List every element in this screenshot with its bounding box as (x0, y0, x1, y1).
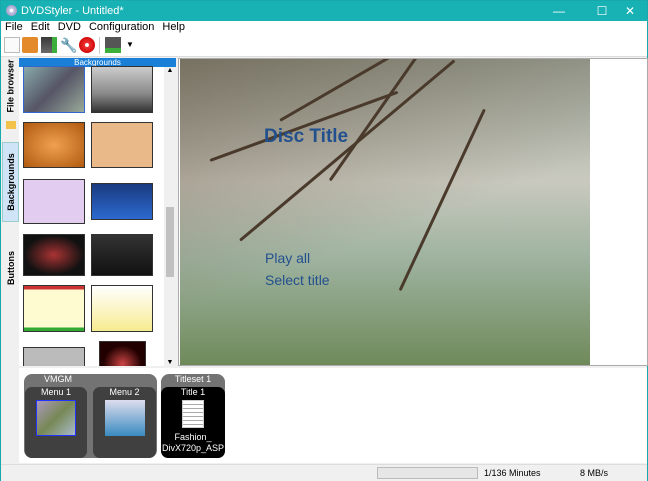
minimize-button[interactable]: — (542, 1, 576, 21)
vmgm-label: VMGM (44, 374, 72, 384)
menu-dvd[interactable]: DVD (54, 21, 85, 34)
status-bar: 1/136 Minutes 8 MB/s (1, 464, 647, 481)
background-thumb[interactable] (91, 234, 153, 276)
disc-title-text[interactable]: Disc Title (264, 126, 348, 148)
toolbar: 🔧 ▼ (1, 34, 647, 57)
tab-file-browser[interactable]: File browser (2, 58, 19, 114)
vmgm-group: VMGM Menu 1 Menu 2 (24, 374, 157, 458)
titleset-manager: VMGM Menu 1 Menu 2 Titleset 1 Title 1 Fa… (19, 368, 647, 463)
menu-file[interactable]: File (1, 21, 27, 34)
duration-status: 1/136 Minutes (484, 468, 541, 478)
title-bar: DVDStyler - Untitled* — ☐ ✕ (1, 1, 647, 21)
window-title: DVDStyler - Untitled* (21, 5, 124, 17)
menu-2-label: Menu 2 (109, 387, 140, 397)
bitrate-status: 8 MB/s (580, 468, 609, 478)
menu-editor: Disc Title Play all Select title (178, 58, 648, 366)
new-icon[interactable] (4, 37, 20, 53)
menu-1-item[interactable]: Menu 1 (25, 387, 87, 458)
progress-bar (377, 467, 478, 479)
tab-backgrounds[interactable]: Backgrounds (2, 142, 19, 222)
menu-canvas[interactable]: Disc Title Play all Select title (180, 59, 590, 365)
menu-2-item[interactable]: Menu 2 (93, 387, 156, 458)
titleset-label: Titleset 1 (174, 374, 212, 384)
background-thumb[interactable] (23, 285, 85, 332)
video-file-name: Fashion_ DivX720p_ASP (161, 432, 225, 453)
scrollbar-thumb[interactable] (166, 207, 174, 277)
dvd-app-icon (6, 5, 17, 16)
burn-icon[interactable] (79, 37, 95, 53)
background-thumb[interactable] (99, 341, 146, 366)
menu-edit[interactable]: Edit (27, 21, 54, 34)
side-tabs: File browser Backgrounds Buttons (2, 58, 19, 366)
add-file-icon[interactable] (105, 37, 121, 53)
backgrounds-panel: Backgrounds (19, 58, 176, 366)
background-thumb[interactable] (23, 347, 85, 366)
menu-2-thumbnail (104, 400, 145, 436)
select-title-button[interactable]: Select title (265, 272, 330, 288)
video-file-icon (182, 400, 204, 428)
menu-configuration[interactable]: Configuration (85, 21, 158, 34)
app-window: DVDStyler - Untitled* — ☐ ✕ File Edit DV… (0, 0, 648, 481)
save-icon[interactable] (41, 37, 57, 53)
titleset-group: Titleset 1 Title 1 Fashion_ DivX720p_ASP (161, 374, 225, 458)
background-thumb[interactable] (23, 122, 85, 168)
dropdown-arrow-icon[interactable]: ▼ (126, 40, 134, 49)
menu-1-thumbnail (36, 400, 76, 436)
menu-bar: File Edit DVD Configuration Help (1, 21, 647, 34)
tab-buttons[interactable]: Buttons (2, 238, 19, 298)
title-1-label: Title 1 (180, 387, 206, 397)
background-thumb[interactable] (23, 179, 85, 224)
background-thumb[interactable] (91, 183, 153, 220)
menu-help[interactable]: Help (158, 21, 189, 34)
close-button[interactable]: ✕ (613, 1, 647, 21)
background-thumb[interactable] (91, 122, 153, 168)
background-thumb[interactable] (91, 66, 153, 113)
play-all-button[interactable]: Play all (265, 250, 310, 266)
open-icon[interactable] (22, 37, 38, 53)
folder-icon[interactable] (6, 121, 16, 129)
menu-1-label: Menu 1 (40, 387, 72, 397)
background-thumb[interactable] (23, 66, 85, 113)
scroll-up-icon[interactable]: ▲ (164, 67, 176, 74)
settings-icon[interactable]: 🔧 (60, 37, 77, 53)
background-thumb[interactable] (91, 285, 153, 332)
background-thumb[interactable] (23, 234, 85, 276)
scroll-down-icon[interactable]: ▼ (164, 359, 176, 366)
title-1-item[interactable]: Title 1 Fashion_ DivX720p_ASP (161, 387, 225, 458)
backgrounds-scrollbar[interactable]: ▲ ▼ (164, 67, 176, 366)
